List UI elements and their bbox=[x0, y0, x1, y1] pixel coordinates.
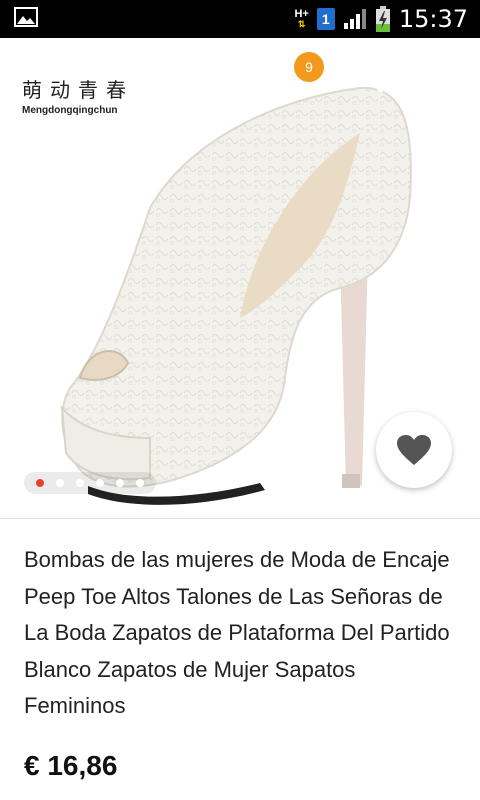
cart-count-badge: 9 bbox=[294, 52, 324, 82]
data-arrows-icon: ⇅ bbox=[297, 19, 306, 29]
gallery-notification-icon bbox=[14, 7, 38, 27]
brand-latin-name: Mengdongqingchun bbox=[22, 105, 118, 116]
product-title: Bombas de las mujeres de Moda de Encaje … bbox=[24, 547, 450, 718]
favorite-button[interactable] bbox=[376, 412, 452, 488]
pagination-dot[interactable] bbox=[116, 479, 124, 487]
clock: 15:37 bbox=[398, 5, 468, 33]
status-bar: H+ ⇅ 1 15:37 bbox=[0, 0, 480, 38]
sim-badge: 1 bbox=[316, 8, 335, 30]
pagination-dot[interactable] bbox=[36, 479, 44, 487]
brand-chinese-name: 萌动青春 bbox=[22, 78, 134, 102]
pagination-dot[interactable] bbox=[76, 479, 84, 487]
brand-logo: 萌动青春 Mengdongqingchun bbox=[22, 74, 134, 116]
top-toolbar: 萌动青春 Mengdongqingchun 9 bbox=[0, 38, 480, 124]
product-price: € 16,86 bbox=[24, 750, 118, 781]
pagination-dot[interactable] bbox=[136, 479, 144, 487]
heart-icon bbox=[397, 435, 431, 465]
share-icon[interactable] bbox=[358, 64, 388, 94]
network-indicator: H+ ⇅ bbox=[294, 8, 309, 30]
pagination-dot[interactable] bbox=[96, 479, 104, 487]
section-divider bbox=[0, 518, 480, 519]
more-options-icon[interactable] bbox=[432, 64, 456, 94]
battery-charging-icon bbox=[375, 6, 390, 32]
signal-icon bbox=[343, 9, 366, 29]
search-icon[interactable] bbox=[212, 64, 242, 94]
product-image-gallery[interactable]: 萌动青春 Mengdongqingchun 9 bbox=[0, 38, 480, 520]
image-pagination-dots bbox=[24, 472, 156, 494]
pagination-dot[interactable] bbox=[56, 479, 64, 487]
network-type: H+ bbox=[294, 8, 309, 20]
